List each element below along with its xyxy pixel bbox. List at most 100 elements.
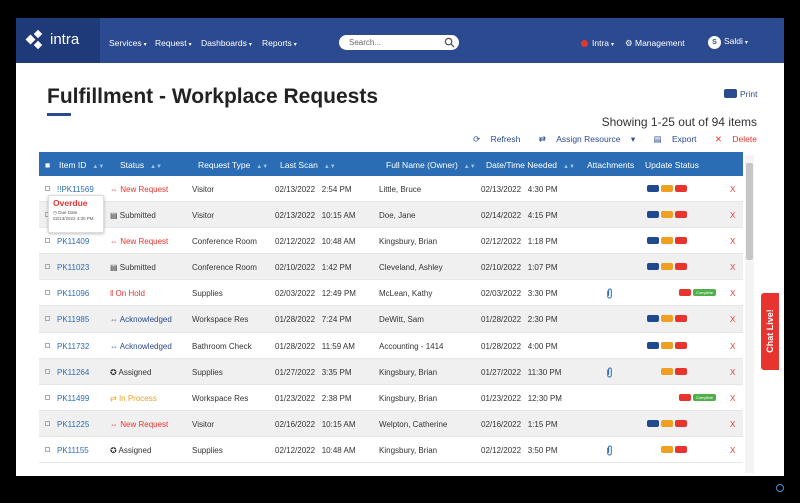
table-row[interactable]: PK11499 ⇄ In Process Workspace Res 01/23/20… <box>39 385 743 411</box>
nav-services[interactable]: Services ▾ <box>109 38 147 48</box>
row-checkbox[interactable] <box>45 264 50 270</box>
status-blue-button[interactable] <box>647 211 659 219</box>
status-orange-button[interactable] <box>661 315 673 323</box>
row-checkbox[interactable] <box>45 290 50 296</box>
item-id-link[interactable]: PK11155 <box>57 446 89 455</box>
delete-row-button[interactable]: X <box>730 420 735 429</box>
status-blue-button[interactable] <box>647 185 659 192</box>
status-red-button[interactable] <box>675 211 687 219</box>
row-checkbox[interactable] <box>45 368 50 374</box>
table-row[interactable]: PK11639▤ SubmittedVisitor02/13/2022 10:1… <box>39 202 743 229</box>
table-row[interactable]: PK11096 ‖ On Hold Supplies 02/03/2022 12:49… <box>39 280 743 307</box>
scrollbar-thumb[interactable] <box>746 163 753 260</box>
status-blue-button[interactable] <box>647 341 659 349</box>
status-red-button[interactable] <box>675 419 687 427</box>
status-red-button[interactable] <box>679 393 691 401</box>
table-row[interactable]: !!PK11569 ⇔ New Request Visitor 02/13/2022 … <box>39 176 743 203</box>
status-blue-button[interactable] <box>647 315 659 323</box>
status-red-button[interactable] <box>679 289 691 297</box>
delete-row-button[interactable]: X <box>730 446 735 455</box>
assign-resource-button[interactable]: ⇄ Assign Resource ▾ <box>531 134 635 144</box>
brand[interactable]: intra <box>16 18 100 63</box>
item-id-link[interactable]: PK11985 <box>57 315 89 324</box>
chat-live-button[interactable]: Chat Live! <box>761 293 779 370</box>
table-row[interactable]: PK11155 ✪ Assigned Supplies 02/12/2022 10:4… <box>39 437 743 464</box>
table-row[interactable]: PK11023 ▤ Submitted Conference Room 02/10/2… <box>39 254 743 281</box>
status-red-button[interactable] <box>675 185 687 192</box>
row-checkbox[interactable] <box>45 186 50 191</box>
header-request-type[interactable]: Request Type ▲▼ <box>198 160 268 170</box>
item-id-link[interactable]: PK11096 <box>57 289 89 298</box>
item-id-link[interactable]: PK11023 <box>57 263 89 272</box>
row-checkbox[interactable] <box>45 238 50 244</box>
paperclip-icon[interactable] <box>605 288 614 299</box>
item-id-link[interactable]: PK11732 <box>57 342 89 351</box>
status-orange-button[interactable] <box>661 237 673 245</box>
header-last-scan[interactable]: Last Scan ▲▼ <box>280 160 336 170</box>
item-id-link[interactable]: PK11264 <box>57 368 89 377</box>
table-row[interactable]: PK11985 ⇔ Acknowledged Workspace Res 01/28/… <box>39 306 743 333</box>
delete-row-button[interactable]: X <box>730 211 735 220</box>
delete-row-button[interactable]: X <box>730 368 735 377</box>
item-id-link[interactable]: !!PK11569 <box>57 185 94 194</box>
delete-row-button[interactable]: X <box>730 315 735 324</box>
item-id-link[interactable]: PK11225 <box>57 420 89 429</box>
row-checkbox[interactable] <box>45 342 50 348</box>
table-row[interactable]: PK11409 ⇔ New Request Conference Room 02/12… <box>39 228 743 255</box>
delete-row-button[interactable]: X <box>730 289 735 298</box>
header-item-id[interactable]: Item ID ▲▼ <box>59 160 104 170</box>
table-row[interactable]: PK11732 ⇔ Acknowledged Bathroom Check 01/28… <box>39 333 743 359</box>
delete-row-button[interactable]: X <box>730 342 735 351</box>
complete-badge[interactable]: Complete <box>693 289 717 297</box>
header-status[interactable]: Status ▲▼ <box>120 160 162 170</box>
paperclip-icon[interactable] <box>605 367 614 378</box>
print-button[interactable]: Print <box>724 89 757 99</box>
management-link[interactable]: ⚙ Management <box>625 38 685 49</box>
delete-row-button[interactable]: X <box>730 237 735 246</box>
status-orange-button[interactable] <box>661 445 673 453</box>
item-id-link[interactable]: PK11499 <box>57 394 89 403</box>
status-red-button[interactable] <box>675 445 687 453</box>
status-red-button[interactable] <box>675 237 687 245</box>
delete-row-button[interactable]: X <box>730 263 735 272</box>
table-row[interactable]: PK11225 ⇔ New Request Visitor 02/16/2022 10… <box>39 410 743 437</box>
table-row[interactable]: PK11264 ✪ Assigned Supplies 01/27/2022 3:35… <box>39 358 743 385</box>
nav-dashboards[interactable]: Dashboards ▾ <box>201 38 252 48</box>
search-input[interactable] <box>339 35 459 50</box>
header-date-needed[interactable]: Date/Time Needed ▲▼ <box>486 160 575 170</box>
user-menu[interactable]: S Saldi ▾ <box>708 36 748 49</box>
refresh-button[interactable]: ⟳ Refresh <box>465 134 520 144</box>
status-red-button[interactable] <box>675 315 687 323</box>
export-button[interactable]: ▤ Export <box>646 134 697 144</box>
item-id-link[interactable]: PK11409 <box>57 237 89 246</box>
select-all-checkbox[interactable]: ■ <box>45 160 50 170</box>
status-orange-button[interactable] <box>661 367 673 375</box>
status-red-button[interactable] <box>675 341 687 349</box>
org-switcher[interactable]: Intra ▾ <box>581 38 614 48</box>
status-red-button[interactable] <box>675 367 687 375</box>
row-checkbox[interactable] <box>45 316 50 322</box>
row-checkbox[interactable] <box>45 420 50 426</box>
power-icon[interactable] <box>776 484 784 492</box>
nav-request[interactable]: Request ▾ <box>155 38 192 48</box>
status-orange-button[interactable] <box>661 341 673 349</box>
status-blue-button[interactable] <box>647 237 659 245</box>
delete-row-button[interactable]: X <box>730 394 735 403</box>
status-orange-button[interactable] <box>661 185 673 192</box>
header-full-name[interactable]: Full Name (Owner) ▲▼ <box>386 160 476 170</box>
nav-reports[interactable]: Reports ▾ <box>262 38 297 48</box>
complete-badge[interactable]: Complete <box>693 393 717 401</box>
status-orange-button[interactable] <box>661 211 673 219</box>
delete-row-button[interactable]: X <box>730 185 735 194</box>
paperclip-icon[interactable] <box>605 445 614 456</box>
status-blue-button[interactable] <box>647 419 659 427</box>
delete-button[interactable]: ✕ Delete <box>707 134 757 144</box>
row-checkbox[interactable] <box>45 394 50 400</box>
search-icon[interactable] <box>444 37 455 48</box>
clock-icon: ◷ <box>53 210 57 215</box>
status-orange-button[interactable] <box>661 263 673 271</box>
status-red-button[interactable] <box>675 263 687 271</box>
status-orange-button[interactable] <box>661 419 673 427</box>
status-blue-button[interactable] <box>647 263 659 271</box>
row-checkbox[interactable] <box>45 446 50 452</box>
